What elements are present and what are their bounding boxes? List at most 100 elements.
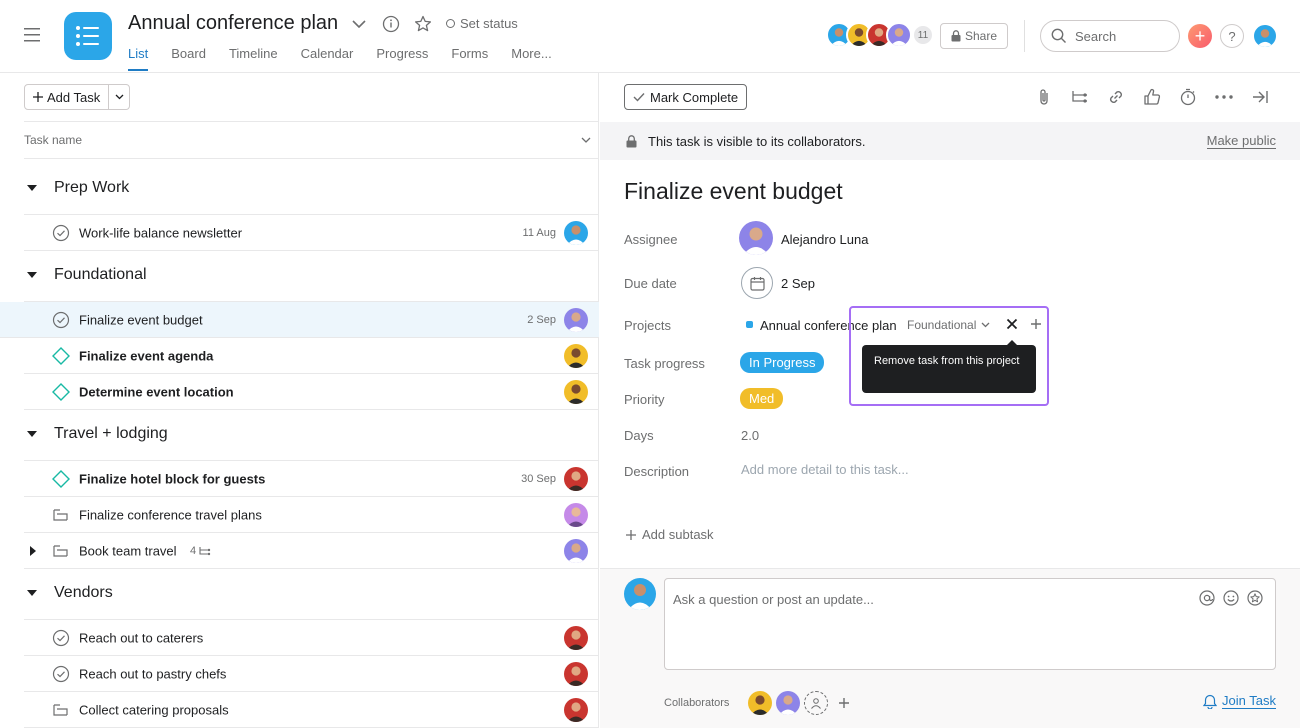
assignee-avatar[interactable]	[564, 626, 588, 650]
add-project-plus-icon[interactable]	[1030, 318, 1042, 330]
assignee-avatar[interactable]	[564, 221, 588, 245]
assignee-name[interactable]: Alejandro Luna	[781, 232, 868, 247]
check-circle-icon[interactable]	[52, 224, 70, 242]
task-name[interactable]: Finalize hotel block for guests	[79, 471, 265, 486]
milestone-diamond-icon[interactable]	[52, 470, 70, 488]
task-title[interactable]: Finalize event budget	[624, 178, 843, 205]
section-title[interactable]: Travel + lodging	[54, 425, 168, 443]
section-title[interactable]: Prep Work	[54, 179, 129, 197]
task-name[interactable]: Reach out to caterers	[79, 630, 203, 645]
link-icon[interactable]	[1104, 85, 1128, 109]
section-title[interactable]: Foundational	[54, 266, 147, 284]
task-name[interactable]: Book team travel	[79, 543, 177, 558]
task-name[interactable]: Collect catering proposals	[79, 702, 229, 717]
member-avatar[interactable]	[886, 22, 912, 48]
expand-caret-icon[interactable]	[30, 546, 36, 556]
add-subtask-button[interactable]: Add subtask	[626, 527, 714, 542]
task-row[interactable]: Finalize hotel block for guests 30 Sep	[24, 461, 599, 497]
make-public-link[interactable]: Make public	[1206, 133, 1276, 149]
mark-complete-button[interactable]: Mark Complete	[624, 84, 748, 110]
task-row[interactable]: Reach out to pastry chefs	[24, 656, 599, 692]
due-date-value[interactable]: 2 Sep	[781, 276, 815, 291]
tab-calendar[interactable]: Calendar	[301, 46, 354, 71]
subtask-count[interactable]: 4	[190, 545, 211, 557]
check-circle-icon[interactable]	[52, 629, 70, 647]
hamburger-menu-icon[interactable]	[24, 28, 40, 42]
timer-icon[interactable]	[1176, 85, 1200, 109]
collapse-caret-icon[interactable]	[27, 271, 37, 278]
collaborator-avatar[interactable]	[776, 691, 800, 715]
search-input[interactable]: Search	[1040, 20, 1180, 52]
star-icon[interactable]	[413, 14, 433, 34]
task-name[interactable]: Reach out to pastry chefs	[79, 666, 226, 681]
info-icon[interactable]	[381, 14, 401, 34]
check-circle-icon[interactable]	[52, 311, 70, 329]
remove-project-close-icon[interactable]	[1006, 318, 1018, 330]
assignee-avatar[interactable]	[564, 380, 588, 404]
close-panel-icon[interactable]	[1248, 85, 1272, 109]
add-collaborator-icon[interactable]	[804, 691, 828, 715]
task-row[interactable]: Reach out to caterers	[24, 620, 599, 656]
task-row[interactable]: Work-life balance newsletter 11 Aug	[24, 215, 599, 251]
subtask-icon[interactable]	[1068, 85, 1092, 109]
task-row[interactable]: Determine event location	[24, 374, 599, 410]
approval-icon[interactable]	[52, 701, 70, 719]
calendar-icon[interactable]	[741, 267, 773, 299]
add-task-dropdown[interactable]	[109, 85, 129, 109]
task-name[interactable]: Determine event location	[79, 384, 234, 399]
share-button[interactable]: Share	[940, 23, 1008, 49]
comment-input[interactable]: Ask a question or post an update...	[664, 578, 1276, 670]
assignee-avatar[interactable]	[564, 662, 588, 686]
priority-pill[interactable]: Med	[740, 388, 784, 409]
project-title[interactable]: Annual conference plan	[128, 12, 338, 35]
approval-icon[interactable]	[52, 506, 70, 524]
join-task-button[interactable]: Join Task	[1203, 693, 1276, 709]
like-thumbs-up-icon[interactable]	[1140, 85, 1164, 109]
mention-at-icon[interactable]	[1199, 590, 1215, 606]
section-title[interactable]: Vendors	[54, 584, 113, 602]
milestone-diamond-icon[interactable]	[52, 347, 70, 365]
appreciation-star-icon[interactable]	[1247, 590, 1263, 606]
quick-add-plus-icon[interactable]: +	[1188, 24, 1212, 48]
task-name[interactable]: Finalize event agenda	[79, 348, 213, 363]
task-row-selected[interactable]: Finalize event budget 2 Sep	[0, 302, 599, 338]
chevron-down-icon[interactable]	[581, 137, 591, 143]
set-status-button[interactable]: Set status	[446, 16, 518, 31]
help-icon[interactable]: ?	[1220, 24, 1244, 48]
tab-progress[interactable]: Progress	[376, 46, 428, 71]
member-count-badge[interactable]: 11	[912, 24, 934, 46]
task-row[interactable]: Collect catering proposals	[24, 692, 599, 728]
approval-icon[interactable]	[52, 542, 70, 560]
tab-timeline[interactable]: Timeline	[229, 46, 278, 71]
attachment-icon[interactable]	[1032, 85, 1056, 109]
milestone-diamond-icon[interactable]	[52, 383, 70, 401]
collapse-caret-icon[interactable]	[27, 430, 37, 437]
more-options-icon[interactable]	[1212, 85, 1236, 109]
task-row[interactable]: Finalize conference travel plans	[24, 497, 599, 533]
task-row[interactable]: Finalize event agenda	[24, 338, 599, 374]
assignee-avatar[interactable]	[564, 308, 588, 332]
assignee-avatar[interactable]	[564, 698, 588, 722]
assignee-avatar[interactable]	[564, 467, 588, 491]
collapse-caret-icon[interactable]	[27, 589, 37, 596]
user-avatar[interactable]	[1252, 23, 1278, 49]
add-collaborator-plus-icon[interactable]	[838, 697, 850, 709]
description-input[interactable]: Add more detail to this task...	[741, 462, 909, 477]
task-name[interactable]: Finalize conference travel plans	[79, 507, 262, 522]
tab-more[interactable]: More...	[511, 46, 551, 71]
collapse-caret-icon[interactable]	[27, 184, 37, 191]
task-name[interactable]: Finalize event budget	[79, 312, 203, 327]
progress-pill[interactable]: In Progress	[740, 352, 825, 373]
tab-board[interactable]: Board	[171, 46, 206, 71]
chevron-down-icon[interactable]	[349, 14, 369, 34]
collaborator-avatar[interactable]	[748, 691, 772, 715]
days-value[interactable]: 2.0	[741, 428, 759, 443]
check-circle-icon[interactable]	[52, 665, 70, 683]
add-task-button[interactable]: Add Task	[25, 85, 110, 109]
assignee-avatar[interactable]	[564, 344, 588, 368]
project-section-dropdown[interactable]: Foundational	[907, 318, 990, 332]
assignee-avatar[interactable]	[564, 539, 588, 563]
tab-list[interactable]: List	[128, 46, 149, 71]
assignee-avatar[interactable]	[564, 503, 588, 527]
task-name[interactable]: Work-life balance newsletter	[79, 225, 242, 240]
